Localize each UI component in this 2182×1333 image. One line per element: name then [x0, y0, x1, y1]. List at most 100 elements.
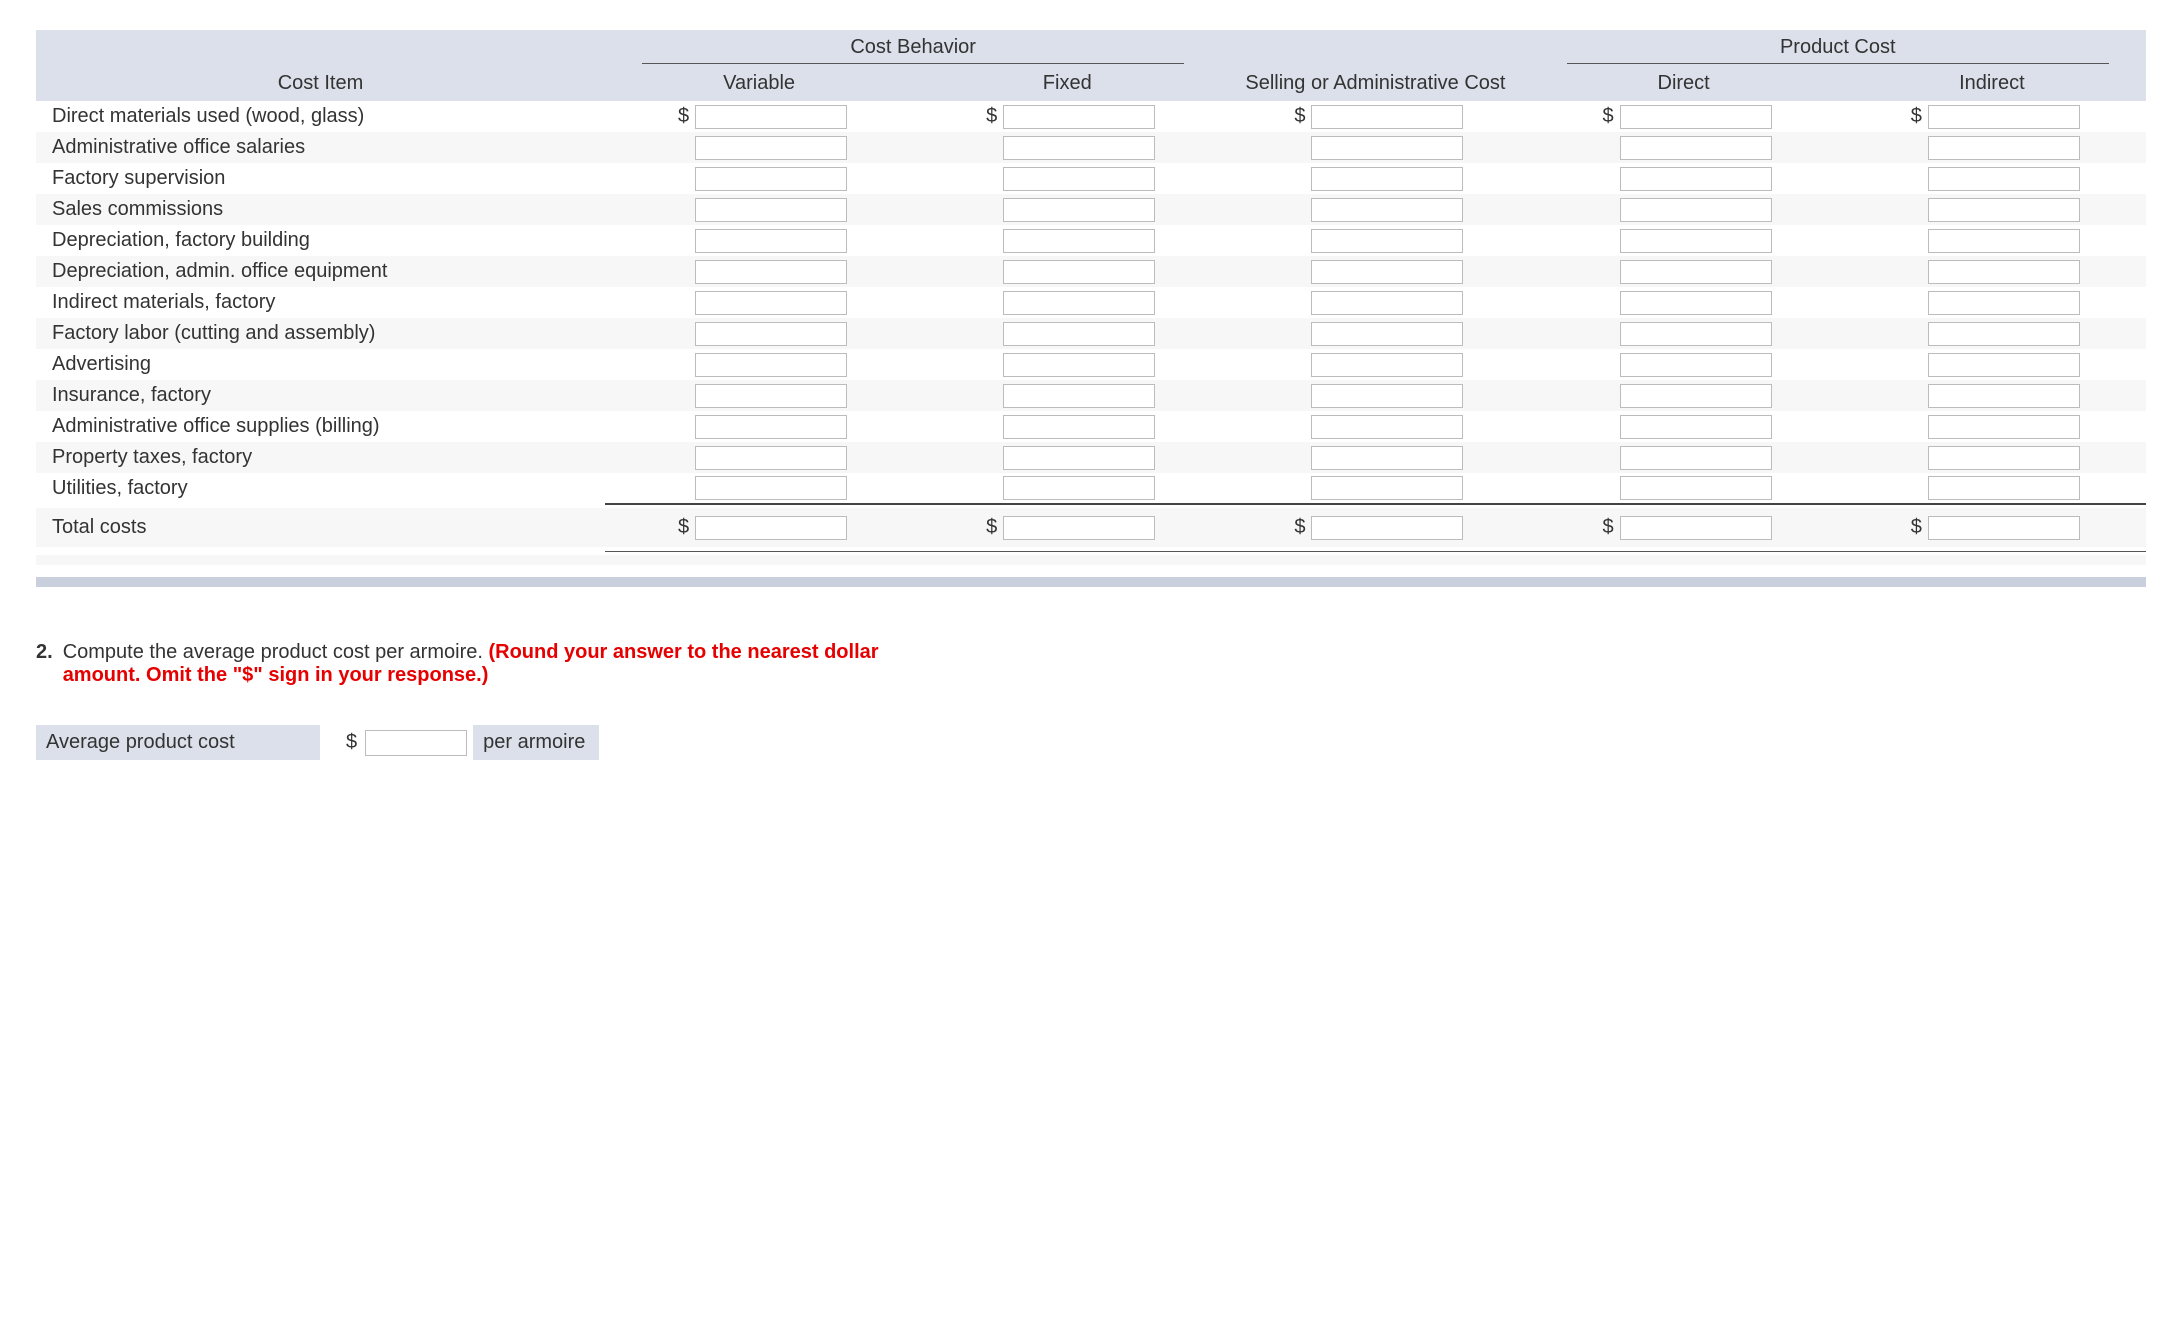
table-row: Property taxes, factory — [36, 442, 2146, 473]
variable-input[interactable] — [695, 291, 847, 315]
indirect-input[interactable] — [1928, 291, 2080, 315]
fixed-input[interactable] — [1003, 384, 1155, 408]
fixed-input[interactable] — [1003, 446, 1155, 470]
total-label: Total costs — [36, 512, 605, 543]
selling-admin-input[interactable] — [1311, 229, 1463, 253]
direct-input[interactable] — [1620, 136, 1772, 160]
direct-input[interactable] — [1620, 322, 1772, 346]
direct-input[interactable] — [1620, 198, 1772, 222]
cost-item-label: Utilities, factory — [36, 473, 605, 504]
selling-admin-input[interactable] — [1311, 384, 1463, 408]
table-row: Factory labor (cutting and assembly) — [36, 318, 2146, 349]
indirect-input[interactable] — [1928, 260, 2080, 284]
variable-input[interactable] — [695, 446, 847, 470]
table-row: Depreciation, factory building — [36, 225, 2146, 256]
variable-input[interactable] — [695, 198, 847, 222]
selling-admin-input[interactable] — [1311, 291, 1463, 315]
indirect-input[interactable] — [1928, 322, 2080, 346]
header-indirect: Indirect — [1838, 70, 2146, 101]
variable-input[interactable] — [695, 260, 847, 284]
cost-classification-table: Cost Behavior Selling or Administrative … — [36, 30, 2146, 565]
fixed-input[interactable] — [1003, 353, 1155, 377]
total-direct-input[interactable] — [1620, 516, 1772, 540]
direct-input[interactable] — [1620, 353, 1772, 377]
direct-input[interactable] — [1620, 291, 1772, 315]
table-row: Administrative office supplies (billing) — [36, 411, 2146, 442]
selling-admin-input[interactable] — [1311, 260, 1463, 284]
cost-item-label: Sales commissions — [36, 194, 605, 225]
variable-input[interactable] — [695, 476, 847, 500]
indirect-input[interactable] — [1928, 167, 2080, 191]
selling-admin-input[interactable] — [1311, 446, 1463, 470]
table-row: Utilities, factory — [36, 473, 2146, 504]
indirect-input[interactable] — [1928, 446, 2080, 470]
indirect-input[interactable] — [1928, 415, 2080, 439]
variable-input[interactable] — [695, 105, 847, 129]
question-text: Compute the average product cost per arm… — [63, 641, 489, 663]
variable-input[interactable] — [695, 167, 847, 191]
indirect-input[interactable] — [1928, 229, 2080, 253]
fixed-input[interactable] — [1003, 136, 1155, 160]
header-variable: Variable — [605, 70, 913, 101]
fixed-input[interactable] — [1003, 260, 1155, 284]
direct-input[interactable] — [1620, 415, 1772, 439]
cost-item-label: Direct materials used (wood, glass) — [36, 101, 605, 132]
total-row: Total costs $ $ $ $ $ — [36, 512, 2146, 543]
fixed-input[interactable] — [1003, 198, 1155, 222]
indirect-input[interactable] — [1928, 476, 2080, 500]
direct-input[interactable] — [1620, 446, 1772, 470]
direct-input[interactable] — [1620, 167, 1772, 191]
table-row: Advertising — [36, 349, 2146, 380]
table-row: Direct materials used (wood, glass)$$$$$ — [36, 101, 2146, 132]
question-2: 2. Compute the average product cost per … — [36, 641, 936, 687]
selling-admin-input[interactable] — [1311, 105, 1463, 129]
cost-item-label: Indirect materials, factory — [36, 287, 605, 318]
fixed-input[interactable] — [1003, 322, 1155, 346]
direct-input[interactable] — [1620, 260, 1772, 284]
total-selling-admin-input[interactable] — [1311, 516, 1463, 540]
total-indirect-input[interactable] — [1928, 516, 2080, 540]
variable-input[interactable] — [695, 229, 847, 253]
direct-input[interactable] — [1620, 384, 1772, 408]
variable-input[interactable] — [695, 384, 847, 408]
cost-item-label: Depreciation, factory building — [36, 225, 605, 256]
selling-admin-input[interactable] — [1311, 476, 1463, 500]
table-row: Indirect materials, factory — [36, 287, 2146, 318]
selling-admin-input[interactable] — [1311, 353, 1463, 377]
variable-input[interactable] — [695, 353, 847, 377]
direct-input[interactable] — [1620, 476, 1772, 500]
fixed-input[interactable] — [1003, 476, 1155, 500]
average-product-cost-input[interactable] — [365, 730, 467, 756]
cost-item-label: Administrative office salaries — [36, 132, 605, 163]
total-variable-input[interactable] — [695, 516, 847, 540]
variable-input[interactable] — [695, 136, 847, 160]
indirect-input[interactable] — [1928, 136, 2080, 160]
selling-admin-input[interactable] — [1311, 167, 1463, 191]
fixed-input[interactable] — [1003, 167, 1155, 191]
fixed-input[interactable] — [1003, 415, 1155, 439]
header-product-cost: Product Cost — [1567, 36, 2109, 64]
selling-admin-input[interactable] — [1311, 136, 1463, 160]
header-selling-admin: Selling or Administrative Cost — [1245, 72, 1505, 94]
average-unit: per armoire — [473, 725, 599, 760]
average-label: Average product cost — [36, 725, 320, 760]
selling-admin-input[interactable] — [1311, 198, 1463, 222]
variable-input[interactable] — [695, 415, 847, 439]
header-cost-item: Cost Item — [36, 70, 605, 101]
indirect-input[interactable] — [1928, 353, 2080, 377]
indirect-input[interactable] — [1928, 384, 2080, 408]
indirect-input[interactable] — [1928, 198, 2080, 222]
direct-input[interactable] — [1620, 105, 1772, 129]
table-row: Factory supervision — [36, 163, 2146, 194]
fixed-input[interactable] — [1003, 291, 1155, 315]
total-fixed-input[interactable] — [1003, 516, 1155, 540]
indirect-input[interactable] — [1928, 105, 2080, 129]
selling-admin-input[interactable] — [1311, 322, 1463, 346]
fixed-input[interactable] — [1003, 105, 1155, 129]
cost-item-label: Factory labor (cutting and assembly) — [36, 318, 605, 349]
question-number: 2. — [36, 641, 53, 687]
direct-input[interactable] — [1620, 229, 1772, 253]
fixed-input[interactable] — [1003, 229, 1155, 253]
variable-input[interactable] — [695, 322, 847, 346]
selling-admin-input[interactable] — [1311, 415, 1463, 439]
